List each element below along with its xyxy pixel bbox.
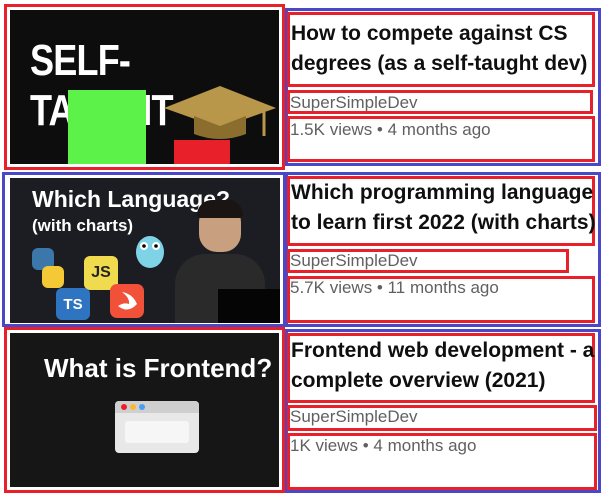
go-gopher-icon <box>136 236 164 268</box>
video-title-line2[interactable]: complete overview (2021) <box>291 366 545 396</box>
graduation-cap-icon <box>164 86 276 139</box>
chart-bar-green <box>68 90 146 164</box>
channel-name[interactable]: SuperSimpleDev <box>290 251 418 271</box>
video-title-line2[interactable]: degrees (as a self-taught dev) <box>291 49 587 79</box>
thumbnail-subtitle: (with charts) <box>32 216 134 235</box>
python-logo-icon <box>32 248 64 288</box>
channel-name[interactable]: SuperSimpleDev <box>290 407 418 427</box>
video-meta: 5.7K views • 11 months ago <box>290 278 499 297</box>
thumbnail-title: What is Frontend? <box>44 353 273 383</box>
channel-name[interactable]: SuperSimpleDev <box>290 93 418 113</box>
video-thumbnail[interactable]: SELF-TAUGHT <box>10 10 279 164</box>
thumbnail-corner-overlay <box>218 289 280 323</box>
swift-logo-icon <box>110 284 144 318</box>
video-title-line1[interactable]: Which programming language <box>291 178 593 208</box>
video-thumbnail[interactable]: Which Language? (with charts) JS TS <box>10 178 280 323</box>
typescript-badge: TS <box>56 288 90 320</box>
video-meta: 1K views • 4 months ago <box>290 436 477 455</box>
video-item[interactable]: Which Language? (with charts) JS TS Whic… <box>0 172 612 327</box>
video-thumbnail[interactable]: What is Frontend? <box>10 333 279 487</box>
video-item[interactable]: SELF-TAUGHT How to compete against CS de… <box>0 0 612 170</box>
video-meta: 1.5K views • 4 months ago <box>290 120 491 139</box>
video-title-line1[interactable]: How to compete against CS <box>291 19 568 49</box>
video-title-line2[interactable]: to learn first 2022 (with charts) <box>291 208 596 238</box>
video-item[interactable]: What is Frontend? Frontend web developme… <box>0 327 612 496</box>
chart-bar-red <box>174 140 230 164</box>
browser-window-icon <box>115 401 199 453</box>
video-title-line1[interactable]: Frontend web development - a <box>291 336 594 366</box>
